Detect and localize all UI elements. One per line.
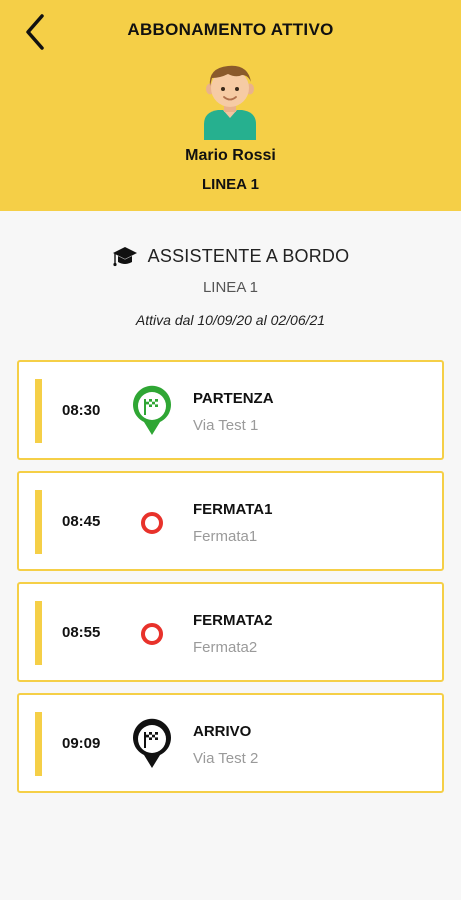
role-label: ASSISTENTE A BORDO [147,245,350,266]
stop-accent-bar [35,379,42,443]
stop-card-arrivo[interactable]: 09:09 ARRIVO Via Test 2 [17,693,444,793]
stop-address: Fermata1 [193,528,258,545]
stop-time: 09:09 [62,735,101,752]
user-line: LINEA 1 [202,176,259,193]
stop-accent-bar [35,601,42,665]
stop-card-fermata2[interactable]: 08:55 FERMATA2 Fermata2 [17,582,444,682]
stop-circle-icon [141,623,163,645]
page-title: ABBONAMENTO ATTIVO [127,20,334,39]
stop-name: FERMATA1 [193,501,273,518]
stop-address: Fermata2 [193,639,258,656]
stop-accent-bar [35,712,42,776]
stop-list: 08:30 PARTENZA Via Test 1 08:45 FERMATA1… [17,360,444,804]
stop-time: 08:55 [62,624,101,641]
graduation-cap-icon [112,247,137,267]
stop-time: 08:45 [62,513,101,530]
stop-name: ARRIVO [193,723,252,740]
stop-address: Via Test 1 [193,417,259,434]
stop-circle-icon [141,512,163,534]
user-name: Mario Rossi [185,147,276,164]
stop-card-fermata1[interactable]: 08:45 FERMATA1 Fermata1 [17,471,444,571]
header: ABBONAMENTO ATTIVO Mario Rossi LINEA 1 [0,0,461,211]
role-row: ASSISTENTE A BORDO [0,244,461,268]
stop-address: Via Test 2 [193,750,259,767]
stop-time: 08:30 [62,402,101,419]
avatar [204,65,256,140]
stop-accent-bar [35,490,42,554]
stop-name: FERMATA2 [193,612,273,629]
finish-flag-pin-icon [133,718,171,768]
stop-name: PARTENZA [193,390,274,407]
start-flag-pin-icon [133,385,171,435]
validity-period: Attiva dal 10/09/20 al 02/06/21 [135,312,326,328]
subscription-line: LINEA 1 [202,279,259,296]
stop-card-partenza[interactable]: 08:30 PARTENZA Via Test 1 [17,360,444,460]
